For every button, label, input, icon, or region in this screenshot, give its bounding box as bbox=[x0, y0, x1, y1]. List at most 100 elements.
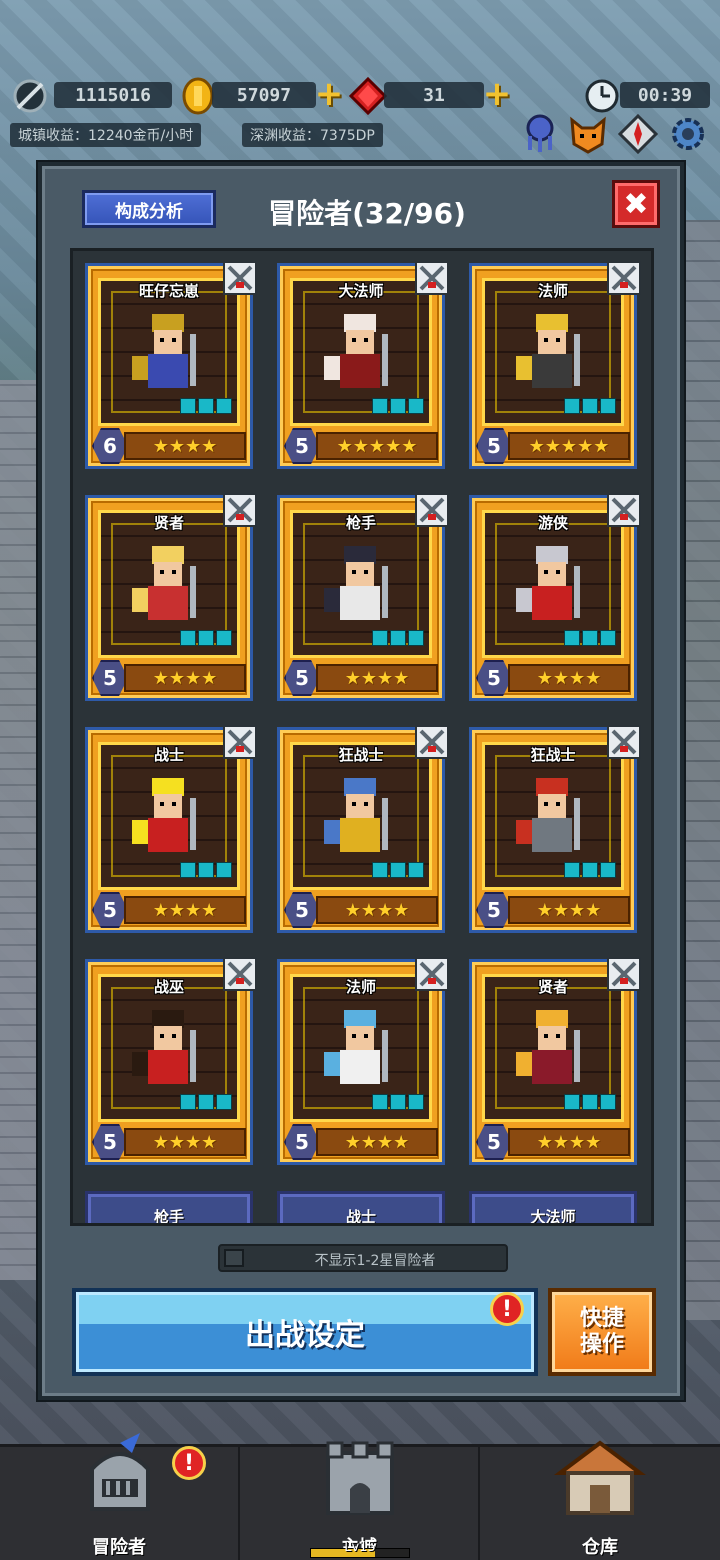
equipment-slots bbox=[564, 862, 616, 878]
adventurer-card[interactable]: 法师 5 ★★★★★ bbox=[469, 261, 641, 469]
crossed-swords-icon[interactable] bbox=[222, 956, 258, 992]
star-rating: ★★★★ bbox=[316, 664, 438, 692]
crossed-swords-icon[interactable] bbox=[414, 260, 450, 296]
gold-value: 57097 bbox=[212, 82, 316, 108]
quick-operation-button[interactable]: 快捷 操作 bbox=[548, 1288, 656, 1376]
adventurer-card-partial[interactable]: 战士 bbox=[277, 1191, 445, 1226]
fox-icon[interactable] bbox=[566, 112, 610, 156]
close-button[interactable]: ✖ bbox=[612, 180, 660, 228]
crossed-swords-icon[interactable] bbox=[414, 956, 450, 992]
battle-settings-button[interactable]: 出战设定 bbox=[72, 1288, 538, 1376]
adventurer-level: 5 bbox=[92, 892, 128, 928]
quick-label-line2: 操作 bbox=[579, 1332, 624, 1357]
adventurer-card-partial[interactable]: 枪手 bbox=[85, 1191, 253, 1226]
star-rating: ★★★★ bbox=[316, 896, 438, 924]
adventurer-card[interactable]: 狂战士 5 ★★★★ bbox=[469, 725, 641, 933]
background-wall-right bbox=[680, 220, 720, 1320]
equipment-slots bbox=[564, 1094, 616, 1110]
adventurer-dialog: 构成分析 冒险者(32/96) ✖ 旺仔忘崽 6 ★★★★ 大法师 5 ★★★★… bbox=[38, 162, 684, 1400]
plus-icon[interactable]: + bbox=[314, 77, 344, 111]
hero-sprite bbox=[132, 1010, 196, 1084]
adventurer-name: 枪手 bbox=[153, 1208, 184, 1226]
hero-sprite bbox=[324, 1010, 388, 1084]
adventurer-card-partial[interactable]: 大法师 bbox=[469, 1191, 637, 1226]
adventurer-card[interactable]: 战士 5 ★★★★ bbox=[85, 725, 257, 933]
composition-analysis-button[interactable]: 构成分析 bbox=[82, 190, 216, 228]
star-rating: ★★★★ bbox=[316, 1128, 438, 1156]
battle-alert-badge: ! bbox=[490, 1292, 524, 1326]
equipment-slots bbox=[564, 398, 616, 414]
star-rating: ★★★★ bbox=[124, 432, 246, 460]
quick-label-line1: 快捷 bbox=[579, 1306, 624, 1331]
hero-sprite bbox=[324, 778, 388, 852]
hero-sprite bbox=[132, 314, 196, 388]
crossed-swords-icon[interactable] bbox=[606, 724, 642, 760]
toggle-label: 不显示1-2星冒险者 bbox=[314, 1253, 436, 1269]
adventurer-grid[interactable]: 旺仔忘崽 6 ★★★★ 大法师 5 ★★★★★ 法师 5 ★★★★★ 贤者 5 … bbox=[70, 248, 654, 1226]
knight-helmet-icon bbox=[90, 1433, 150, 1511]
adventurer-level: 5 bbox=[284, 1124, 320, 1160]
equipment-slots bbox=[564, 630, 616, 646]
adventurer-card[interactable]: 贤者 5 ★★★★ bbox=[469, 957, 641, 1165]
clock-icon bbox=[585, 79, 619, 113]
hero-sprite bbox=[516, 546, 580, 620]
plus-icon[interactable]: + bbox=[482, 77, 512, 111]
adventurer-card[interactable]: 法师 5 ★★★★ bbox=[277, 957, 449, 1165]
adventurer-level: 6 bbox=[92, 428, 128, 464]
squid-icon[interactable] bbox=[518, 112, 562, 156]
hero-sprite bbox=[324, 546, 388, 620]
crossed-swords-icon[interactable] bbox=[606, 956, 642, 992]
crossed-swords-icon[interactable] bbox=[222, 724, 258, 760]
hero-sprite bbox=[516, 778, 580, 852]
hero-sprite bbox=[132, 778, 196, 852]
resource-bar: 1115016 57097 + 31 + 00:39 bbox=[0, 72, 720, 116]
adventurer-card[interactable]: 狂战士 5 ★★★★ bbox=[277, 725, 449, 933]
equipment-slots bbox=[180, 398, 232, 414]
adventurer-level: 5 bbox=[476, 428, 512, 464]
adventurer-level: 5 bbox=[284, 892, 320, 928]
equipment-slots bbox=[372, 630, 424, 646]
close-icon: ✖ bbox=[623, 186, 649, 222]
timer-value: 00:39 bbox=[620, 82, 710, 108]
sword-icon bbox=[13, 79, 47, 113]
crossed-swords-icon[interactable] bbox=[414, 492, 450, 528]
equipment-slots bbox=[180, 630, 232, 646]
crossed-swords-icon[interactable] bbox=[414, 724, 450, 760]
red-gem-icon bbox=[348, 76, 388, 116]
gem-value: 31 bbox=[384, 82, 484, 108]
adventurer-level: 5 bbox=[92, 660, 128, 696]
star-rating: ★★★★ bbox=[124, 1128, 246, 1156]
crossed-swords-icon[interactable] bbox=[222, 492, 258, 528]
hero-sprite bbox=[516, 1010, 580, 1084]
adventurer-level: 5 bbox=[284, 660, 320, 696]
sword-value: 1115016 bbox=[54, 82, 172, 108]
adventurer-level: 5 bbox=[284, 428, 320, 464]
adventurer-card[interactable]: 大法师 5 ★★★★★ bbox=[277, 261, 449, 469]
adventurer-card[interactable]: 枪手 5 ★★★★ bbox=[277, 493, 449, 701]
equipment-slots bbox=[372, 862, 424, 878]
adventurer-name: 战士 bbox=[345, 1208, 376, 1226]
adventurer-card[interactable]: 旺仔忘崽 6 ★★★★ bbox=[85, 261, 257, 469]
compass-icon[interactable] bbox=[616, 112, 660, 156]
adventurer-level: 5 bbox=[476, 1124, 512, 1160]
nav-warehouse[interactable]: 仓库 bbox=[480, 1440, 720, 1560]
adventurer-card[interactable]: 战巫 5 ★★★★ bbox=[85, 957, 257, 1165]
crossed-swords-icon[interactable] bbox=[222, 260, 258, 296]
nav-warehouse-label: 仓库 bbox=[582, 1537, 618, 1558]
adventurer-card[interactable]: 贤者 5 ★★★★ bbox=[85, 493, 257, 701]
adventurer-card[interactable]: 游侠 5 ★★★★ bbox=[469, 493, 641, 701]
crossed-swords-icon[interactable] bbox=[606, 260, 642, 296]
crossed-swords-icon[interactable] bbox=[606, 492, 642, 528]
abyss-income: 深渊收益：7375DP bbox=[242, 123, 383, 147]
adventurer-level: 5 bbox=[476, 660, 512, 696]
adventurer-level: 5 bbox=[92, 1124, 128, 1160]
equipment-slots bbox=[372, 398, 424, 414]
nav-alert-badge: ! bbox=[172, 1446, 206, 1480]
gear-icon[interactable] bbox=[666, 112, 710, 156]
toggle-checkbox[interactable] bbox=[224, 1249, 244, 1267]
dialog-title: 冒险者(32/96) bbox=[268, 197, 466, 230]
star-rating: ★★★★ bbox=[508, 664, 630, 692]
town-income: 城镇收益：12240金币/小时 bbox=[10, 123, 202, 147]
hide-low-star-toggle[interactable]: 不显示1-2星冒险者 bbox=[218, 1244, 508, 1272]
adventurer-name: 大法师 bbox=[530, 1208, 576, 1226]
